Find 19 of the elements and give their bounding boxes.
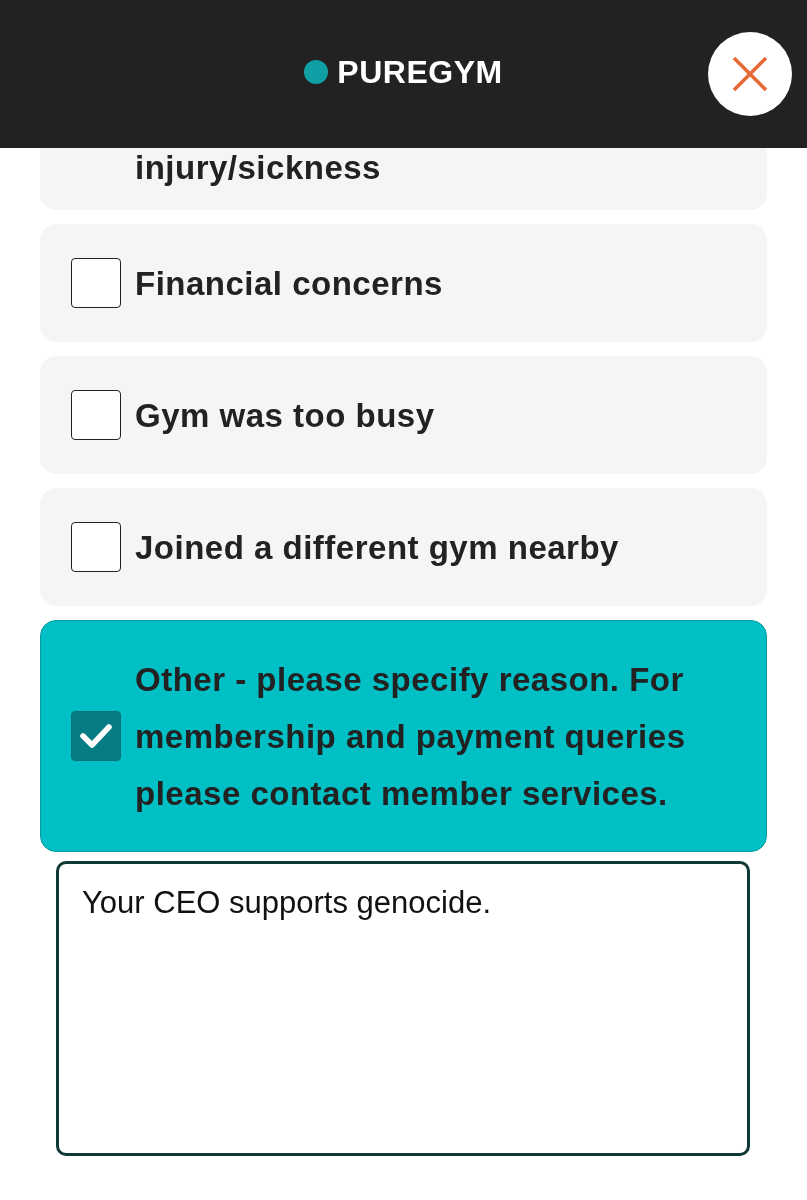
checkbox[interactable] bbox=[71, 522, 121, 572]
option-card[interactable]: Joined a different gym nearby bbox=[40, 488, 767, 606]
option-label: Joined a different gym nearby bbox=[135, 527, 619, 568]
checkbox[interactable] bbox=[71, 258, 121, 308]
checkbox[interactable] bbox=[71, 390, 121, 440]
logo-dot-icon bbox=[304, 60, 329, 84]
option-label: injury/sickness bbox=[135, 148, 381, 188]
option-label: Other - please specify reason. For membership and payment queries please contact member services. bbox=[135, 659, 687, 814]
option-label: Financial concerns bbox=[135, 263, 443, 304]
option-label: Gym was too busy bbox=[135, 395, 435, 436]
checkbox[interactable] bbox=[71, 711, 121, 761]
option-card[interactable]: Financial concerns bbox=[40, 224, 767, 342]
check-icon bbox=[80, 724, 112, 748]
option-card[interactable]: Other - please specify reason. For membership and payment queries please contact member services. bbox=[40, 620, 767, 852]
logo-text: PUREGYM bbox=[337, 56, 503, 88]
reason-textarea[interactable]: Your CEO supports genocide. bbox=[56, 861, 750, 1156]
option-card[interactable]: Gym was too busy bbox=[40, 356, 767, 474]
close-icon bbox=[732, 56, 768, 92]
option-card[interactable]: injury/sickness bbox=[40, 148, 767, 210]
